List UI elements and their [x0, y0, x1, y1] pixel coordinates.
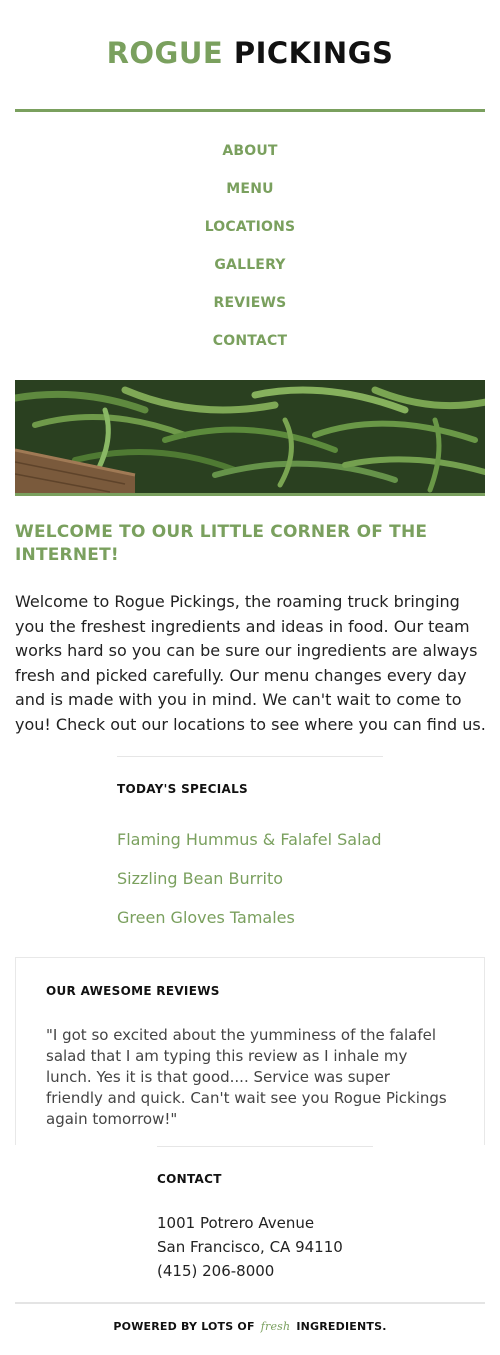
address-line-2: San Francisco, CA 94110 [157, 1238, 343, 1256]
reviews-section: OUR AWESOME REVIEWS "I got so excited ab… [15, 957, 485, 1145]
green-beans-photo-icon [15, 380, 485, 493]
main-nav: ABOUT MENU LOCATIONS GALLERY REVIEWS CON… [0, 140, 500, 368]
footer-prefix: POWERED BY LOTS OF [113, 1320, 255, 1333]
phone-number[interactable]: (415) 206-8000 [157, 1262, 343, 1286]
reviews-heading: OUR AWESOME REVIEWS [46, 984, 220, 998]
site-title-word-2: PICKINGS [233, 36, 394, 70]
special-item: Flaming Hummus & Falafel Salad [117, 830, 382, 849]
nav-menu[interactable]: MENU [0, 178, 500, 216]
contact-info: 1001 Potrero Avenue San Francisco, CA 94… [157, 1214, 343, 1286]
contact-heading: CONTACT [157, 1172, 222, 1186]
welcome-heading: WELCOME TO OUR LITTLE CORNER OF THE INTE… [15, 522, 428, 565]
specials-list: Flaming Hummus & Falafel Salad Sizzling … [117, 830, 382, 947]
footer: POWERED BY LOTS OF fresh INGREDIENTS. [0, 1320, 500, 1333]
hero-image [15, 380, 485, 496]
footer-divider [15, 1302, 485, 1304]
review-quote: "I got so excited about the yumminess of… [46, 1026, 447, 1128]
header-divider [15, 109, 485, 112]
footer-fresh-script: fresh [260, 1320, 291, 1333]
footer-suffix: INGREDIENTS. [296, 1320, 387, 1333]
nav-gallery[interactable]: GALLERY [0, 254, 500, 292]
specials-divider [117, 756, 383, 757]
nav-reviews[interactable]: REVIEWS [0, 292, 500, 330]
nav-contact[interactable]: CONTACT [0, 330, 500, 368]
site-title[interactable]: ROGUE PICKINGS [0, 36, 500, 70]
nav-about[interactable]: ABOUT [0, 140, 500, 178]
specials-heading: TODAY'S SPECIALS [117, 782, 248, 796]
contact-divider [157, 1146, 373, 1147]
address-line-1: 1001 Potrero Avenue [157, 1214, 315, 1232]
special-item: Sizzling Bean Burrito [117, 869, 284, 888]
nav-locations[interactable]: LOCATIONS [0, 216, 500, 254]
site-title-word-1: ROGUE [106, 36, 224, 70]
welcome-paragraph: Welcome to Rogue Pickings, the roaming t… [15, 592, 486, 734]
special-item: Green Gloves Tamales [117, 908, 295, 927]
